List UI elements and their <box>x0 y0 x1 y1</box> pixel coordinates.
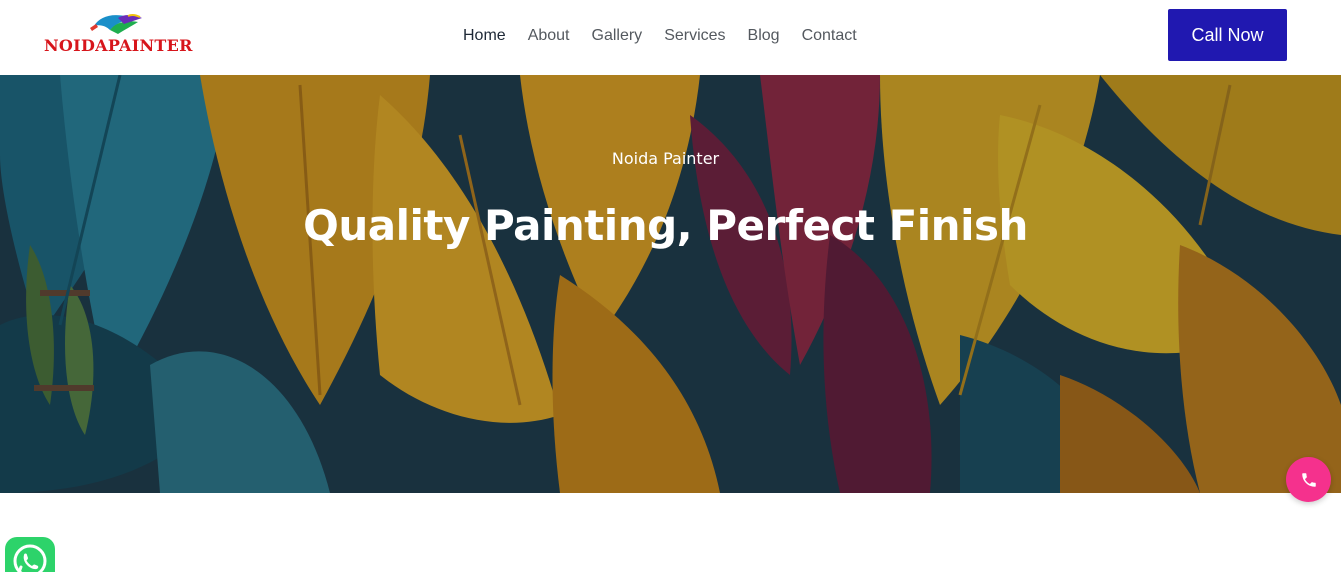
call-now-button[interactable]: Call Now <box>1168 9 1287 61</box>
nav-gallery[interactable]: Gallery <box>581 22 654 50</box>
main-nav: Home About Gallery Services Blog Contact <box>452 22 868 50</box>
nav-contact[interactable]: Contact <box>791 22 868 50</box>
whatsapp-icon <box>13 544 47 572</box>
hero-kicker: Noida Painter <box>611 149 720 168</box>
nav-home[interactable]: Home <box>452 22 517 50</box>
whatsapp-chat-button[interactable] <box>5 537 55 572</box>
brand-logo[interactable]: NOIDAPAINTER <box>44 10 204 60</box>
brand-name: NOIDAPAINTER <box>44 36 193 55</box>
hero-title: Quality Painting, Perfect Finish <box>303 201 1028 250</box>
nav-about[interactable]: About <box>517 22 581 50</box>
nav-blog[interactable]: Blog <box>737 22 791 50</box>
floating-call-button[interactable] <box>1286 457 1331 502</box>
hero-banner: Noida Painter Quality Painting, Perfect … <box>0 75 1341 493</box>
site-header: NOIDAPAINTER Home About Gallery Services… <box>0 0 1341 75</box>
phone-icon <box>1301 472 1316 487</box>
nav-services[interactable]: Services <box>653 22 736 50</box>
paint-brush-logo-icon <box>90 13 142 34</box>
hero-overlay <box>0 75 1341 493</box>
